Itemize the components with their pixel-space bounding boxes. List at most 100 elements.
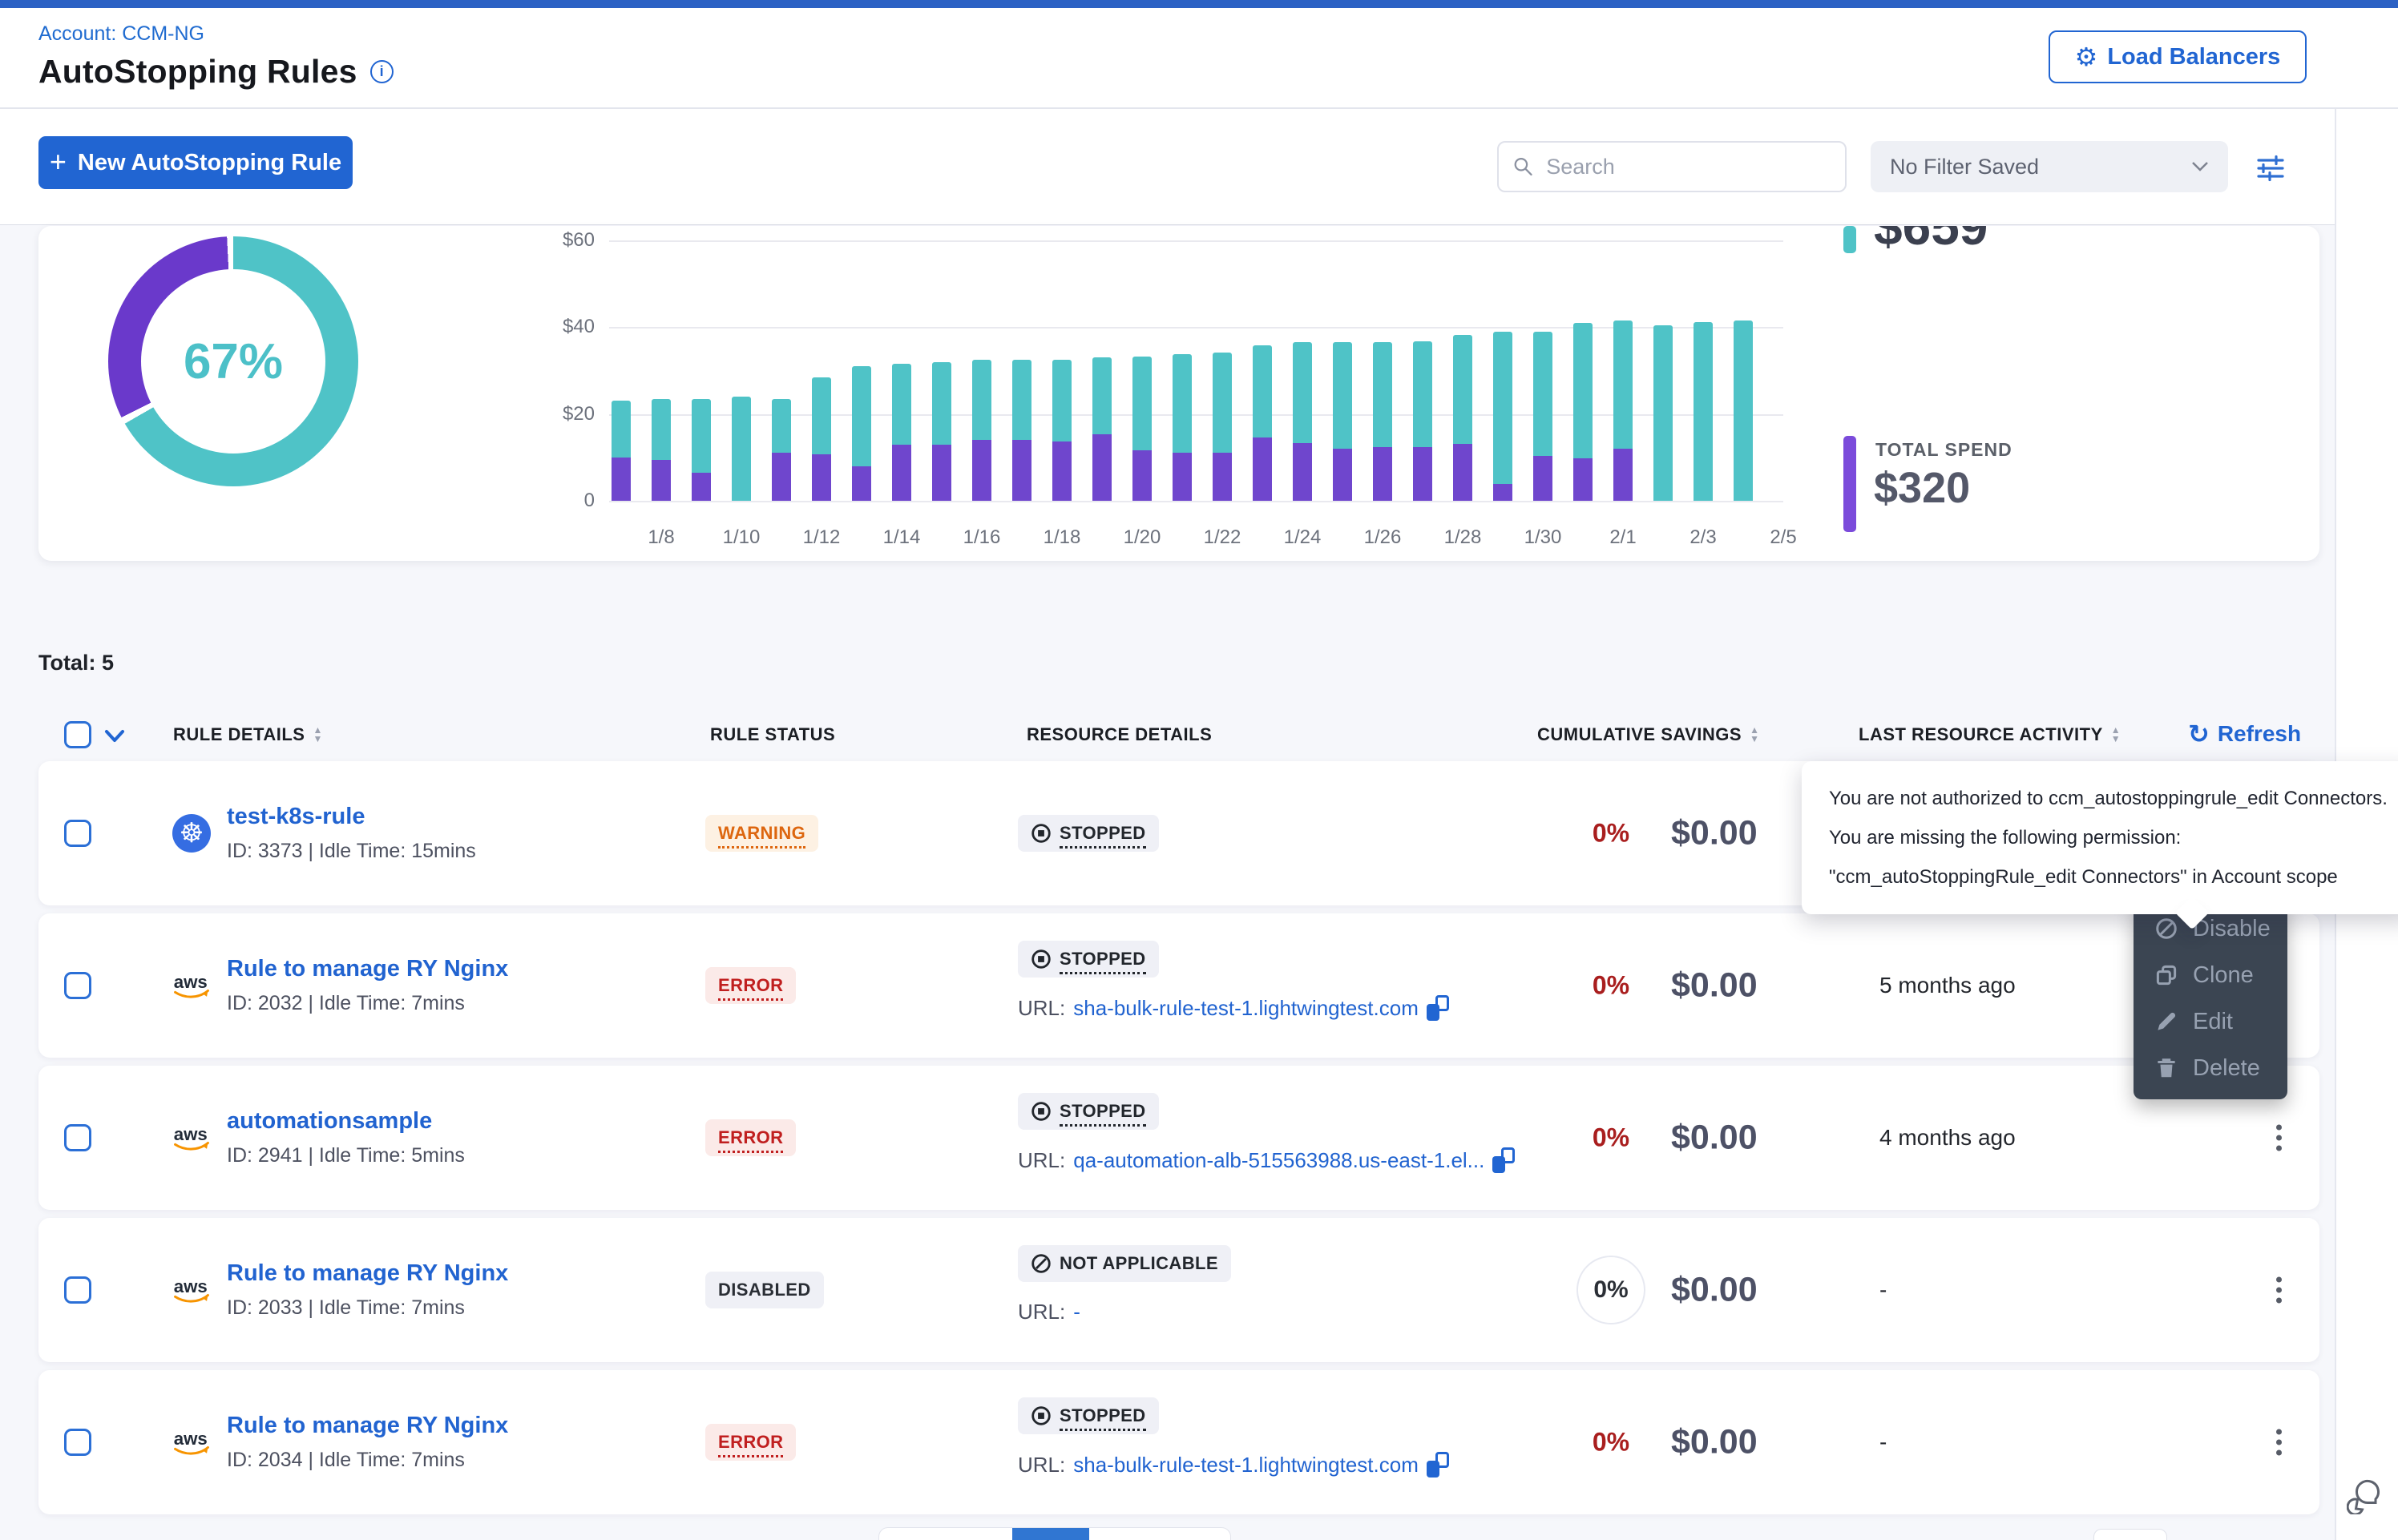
bar-1/15 bbox=[932, 362, 951, 501]
new-autostopping-rule-button[interactable]: + New AutoStopping Rule bbox=[38, 136, 353, 189]
search-input[interactable] bbox=[1544, 154, 1831, 180]
row-checkbox[interactable] bbox=[64, 1124, 91, 1151]
pagination[interactable] bbox=[878, 1527, 1231, 1540]
bar-1/23 bbox=[1253, 345, 1272, 501]
x-tick: 2/5 bbox=[1751, 515, 1815, 549]
row-checkbox[interactable] bbox=[64, 1429, 91, 1456]
x-tick: 1/8 bbox=[629, 515, 693, 549]
toolbar: + New AutoStopping Rule No Filter Saved bbox=[0, 109, 2335, 225]
aws-icon: aws bbox=[171, 1275, 212, 1305]
menu-item-delete[interactable]: Delete bbox=[2134, 1045, 2287, 1091]
info-icon[interactable]: i bbox=[370, 60, 394, 83]
donut-percentage: 67% bbox=[184, 333, 283, 390]
chat-support-icon[interactable] bbox=[2347, 1474, 2387, 1518]
page-size-selector[interactable] bbox=[2093, 1529, 2167, 1540]
spend-value: $0.00 bbox=[1671, 1119, 1758, 1158]
x-tick: 1/22 bbox=[1190, 515, 1254, 549]
pagination-active-page[interactable] bbox=[1012, 1528, 1089, 1540]
cumulative-savings-value: 0% bbox=[1593, 1428, 1629, 1457]
bar-1/7 bbox=[612, 401, 631, 501]
x-tick: 1/14 bbox=[870, 515, 934, 549]
top-accent-bar bbox=[0, 0, 2398, 8]
not-applicable-icon bbox=[1031, 1253, 1052, 1274]
menu-item-clone[interactable]: Clone bbox=[2134, 952, 2287, 998]
resource-url-link[interactable]: sha-bulk-rule-test-1.lightwingtest.com bbox=[1073, 996, 1419, 1021]
copy-icon[interactable] bbox=[1427, 995, 1449, 1021]
kubernetes-icon: ☸ bbox=[172, 814, 211, 853]
row-actions-kebab-icon[interactable] bbox=[2271, 1425, 2287, 1461]
bar-1/11 bbox=[772, 399, 791, 501]
rule-status-badge: ERROR bbox=[705, 967, 796, 1004]
x-tick: 1/30 bbox=[1511, 515, 1575, 549]
table-row: ☸ aws automationsample ID: 2941 | Idle T… bbox=[38, 1066, 2319, 1210]
refresh-button[interactable]: ↻ Refresh bbox=[2188, 721, 2301, 747]
rule-meta: ID: 2032 | Idle Time: 7mins bbox=[227, 992, 508, 1015]
svg-text:aws: aws bbox=[174, 1124, 208, 1144]
bar-1/31 bbox=[1573, 323, 1593, 501]
resource-url-link[interactable]: - bbox=[1073, 1300, 1080, 1324]
summary-card: 67% $60 $40 $20 0 1/81/101/121/141/161/1… bbox=[38, 226, 2319, 561]
bar-1/16 bbox=[972, 360, 991, 501]
bar-1/8 bbox=[652, 399, 671, 501]
x-tick: 1/26 bbox=[1350, 515, 1415, 549]
saved-filter-dropdown[interactable]: No Filter Saved bbox=[1871, 141, 2228, 192]
disable-icon bbox=[2154, 917, 2178, 941]
bar-1/28 bbox=[1453, 335, 1472, 501]
last-activity-value: 4 months ago bbox=[1879, 1125, 2016, 1151]
copy-icon[interactable] bbox=[1427, 1452, 1449, 1478]
resource-url-link[interactable]: sha-bulk-rule-test-1.lightwingtest.com bbox=[1073, 1453, 1419, 1478]
row-actions-kebab-icon[interactable] bbox=[2271, 1120, 2287, 1156]
resource-status-badge: STOPPED bbox=[1018, 815, 1159, 852]
last-activity-value: - bbox=[1879, 1429, 1887, 1455]
row-checkbox[interactable] bbox=[64, 820, 91, 847]
autostopping-rules-page: Account: CCM-NG AutoStopping Rules i ⚙ L… bbox=[0, 0, 2398, 1540]
sort-icon[interactable]: ▲▼ bbox=[313, 726, 322, 744]
url-prefix: URL: bbox=[1018, 996, 1065, 1021]
x-tick: 2/3 bbox=[1671, 515, 1735, 549]
rule-name-link[interactable]: Rule to manage RY Nginx bbox=[227, 956, 508, 982]
copy-icon[interactable] bbox=[1492, 1147, 1515, 1173]
row-checkbox[interactable] bbox=[64, 1276, 91, 1304]
filter-panel-icon[interactable] bbox=[2255, 154, 2286, 187]
last-activity-value: 5 months ago bbox=[1879, 973, 2016, 998]
resource-url-link[interactable]: qa-automation-alb-515563988.us-east-1.el… bbox=[1073, 1148, 1484, 1173]
rule-name-link[interactable]: automationsample bbox=[227, 1108, 465, 1135]
bar-1/18 bbox=[1052, 360, 1072, 501]
rule-name-link[interactable]: Rule to manage RY Nginx bbox=[227, 1260, 508, 1287]
resource-status-badge: STOPPED bbox=[1018, 941, 1159, 978]
last-activity-value: - bbox=[1879, 1277, 1887, 1303]
search-icon bbox=[1513, 155, 1533, 178]
clone-icon bbox=[2154, 963, 2178, 987]
row-checkbox[interactable] bbox=[64, 972, 91, 999]
total-spend-label: TOTAL SPEND bbox=[1875, 439, 2012, 461]
x-tick: 1/24 bbox=[1270, 515, 1334, 549]
row-actions-kebab-icon[interactable] bbox=[2271, 1272, 2287, 1308]
sort-icon[interactable]: ▲▼ bbox=[1750, 726, 1759, 744]
url-prefix: URL: bbox=[1018, 1300, 1065, 1324]
cumulative-savings-value: 0% bbox=[1593, 1123, 1629, 1153]
rule-name-link[interactable]: test-k8s-rule bbox=[227, 804, 476, 830]
account-breadcrumb[interactable]: Account: CCM-NG bbox=[38, 22, 204, 46]
refresh-icon: ↻ bbox=[2188, 721, 2210, 747]
rule-status-badge: WARNING bbox=[705, 815, 818, 852]
svg-text:aws: aws bbox=[174, 972, 208, 992]
saved-filter-value: No Filter Saved bbox=[1890, 155, 2039, 179]
col-rule-details: RULE DETAILS ▲▼ bbox=[173, 724, 323, 745]
bar-1/24 bbox=[1293, 342, 1312, 501]
svg-text:aws: aws bbox=[174, 1276, 208, 1296]
sort-icon[interactable]: ▲▼ bbox=[2111, 726, 2121, 744]
rule-status-badge: DISABLED bbox=[705, 1272, 824, 1308]
table-row: ☸ aws Rule to manage RY Nginx ID: 2034 |… bbox=[38, 1370, 2319, 1514]
cumulative-savings-value: 0% bbox=[1576, 1256, 1645, 1324]
select-all-checkbox[interactable] bbox=[64, 721, 91, 748]
bar-1/26 bbox=[1373, 342, 1392, 501]
select-menu-chevron-icon[interactable] bbox=[104, 729, 125, 744]
spend-value: $0.00 bbox=[1671, 966, 1758, 1006]
bar-1/25 bbox=[1333, 342, 1352, 501]
spend-value: $0.00 bbox=[1671, 814, 1758, 853]
bar-1/21 bbox=[1173, 354, 1192, 501]
menu-item-edit[interactable]: Edit bbox=[2134, 998, 2287, 1045]
rule-name-link[interactable]: Rule to manage RY Nginx bbox=[227, 1413, 508, 1439]
load-balancers-button[interactable]: ⚙ Load Balancers bbox=[2049, 30, 2307, 83]
x-tick: 2/1 bbox=[1591, 515, 1655, 549]
